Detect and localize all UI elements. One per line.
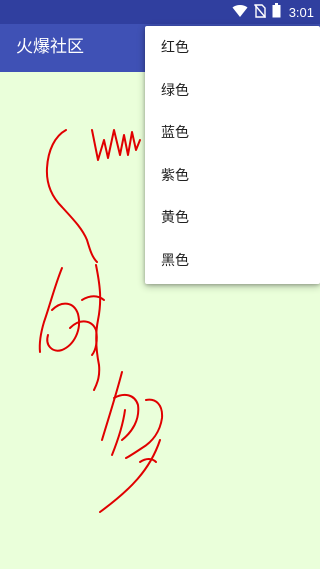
stroke-left-arc xyxy=(45,129,98,263)
app-title: 火爆社区 xyxy=(16,37,84,57)
status-bar: 3:01 xyxy=(0,0,320,24)
stroke-char-3c xyxy=(111,409,126,456)
stroke-zigzag-top xyxy=(91,129,141,161)
menu-item-black[interactable]: 黑色 xyxy=(145,240,320,283)
wifi-icon xyxy=(232,3,248,22)
menu-item-red[interactable]: 红色 xyxy=(145,27,320,70)
menu-item-purple[interactable]: 紫色 xyxy=(145,155,320,198)
overflow-menu: 红色 绿色 蓝色 紫色 黄色 黑色 xyxy=(145,26,320,284)
stroke-char-3b xyxy=(113,393,140,441)
stroke-char-1b xyxy=(46,302,80,352)
stroke-char-4c xyxy=(139,458,157,463)
status-time: 3:01 xyxy=(288,4,314,20)
menu-item-blue[interactable]: 蓝色 xyxy=(145,112,320,155)
menu-item-green[interactable]: 绿色 xyxy=(145,70,320,113)
menu-item-yellow[interactable]: 黄色 xyxy=(145,197,320,240)
stroke-char-4b xyxy=(99,439,161,513)
status-icons: 3:01 xyxy=(232,0,314,24)
stroke-char-1a xyxy=(38,267,63,353)
battery-icon xyxy=(272,2,281,22)
no-sim-icon xyxy=(253,3,266,22)
stroke-char-3a xyxy=(101,371,123,441)
